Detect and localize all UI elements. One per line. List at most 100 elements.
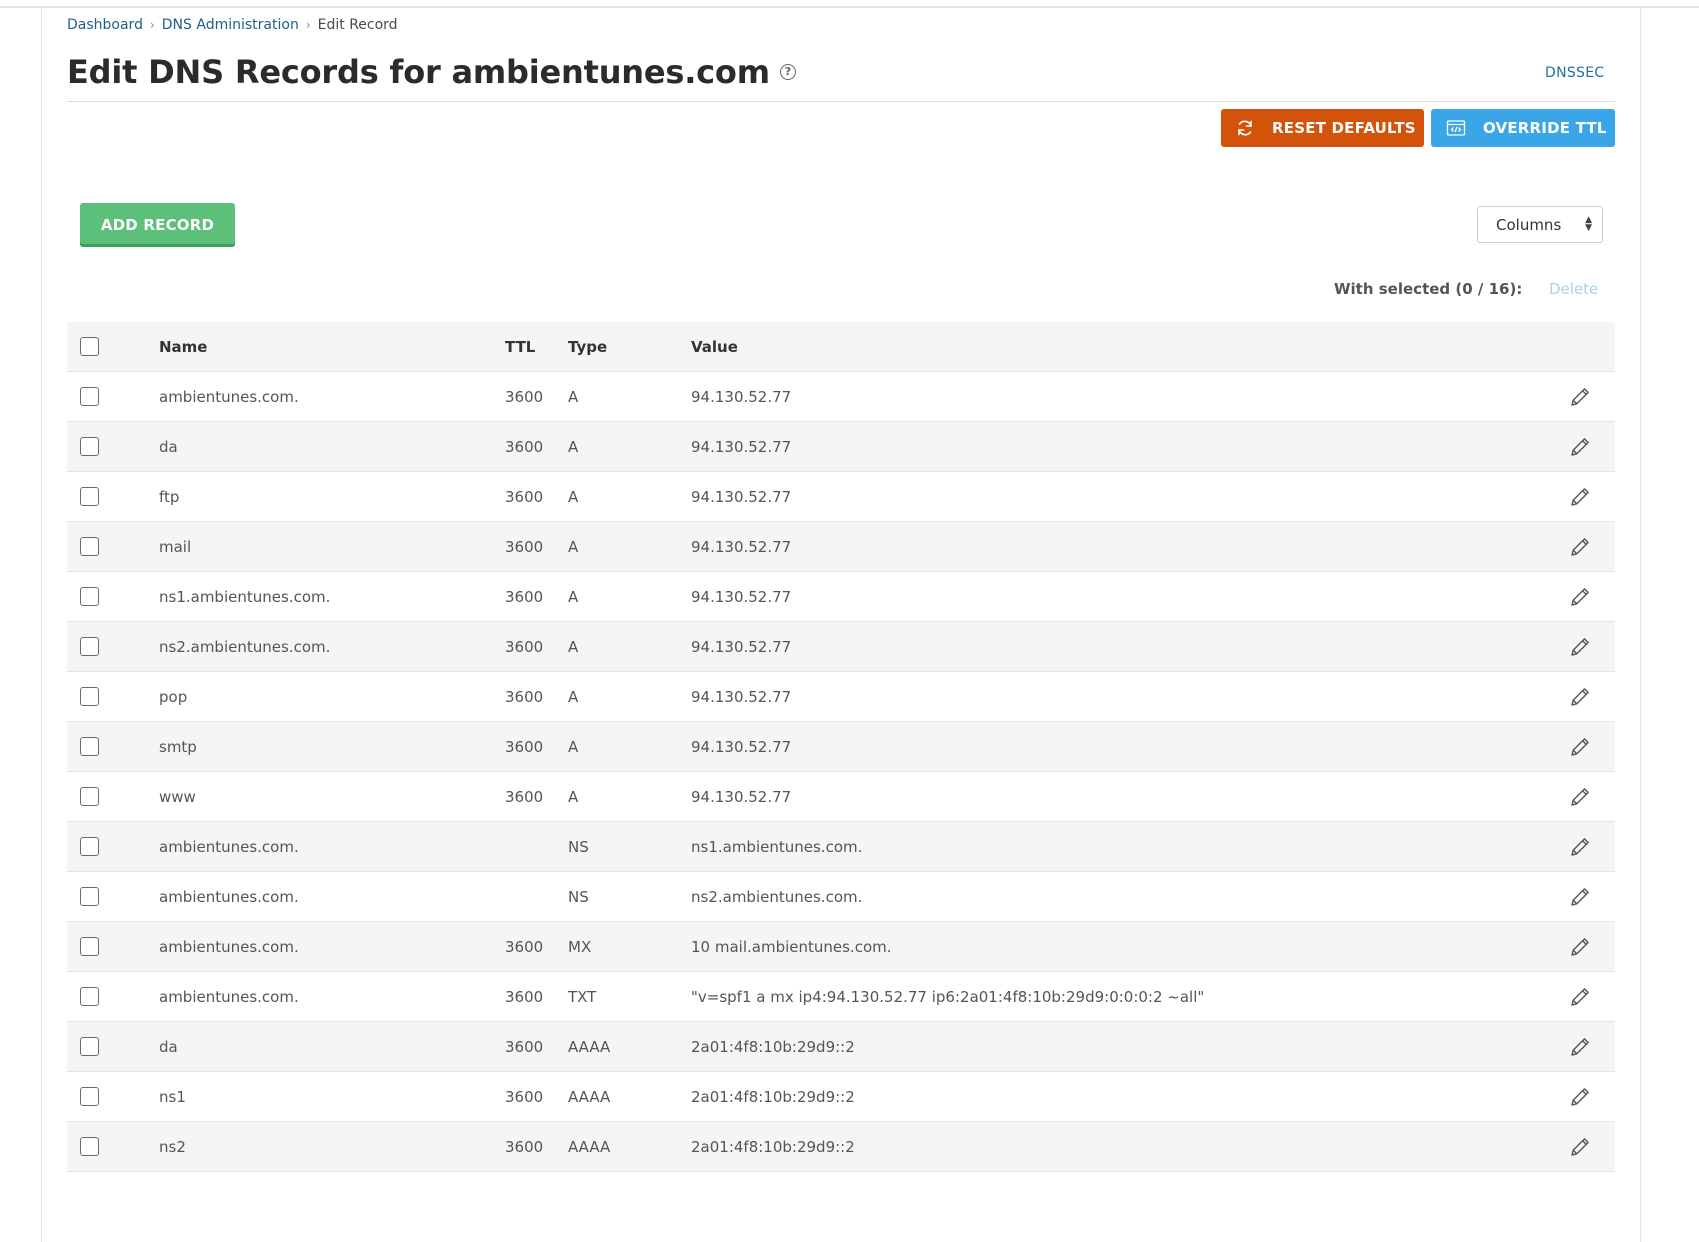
table-row: ns2.ambientunes.com. 3600 A 94.130.52.77 <box>67 622 1615 672</box>
record-ttl: 3600 <box>505 537 544 556</box>
row-checkbox[interactable] <box>80 487 99 506</box>
page-title-text: Edit DNS Records for ambientunes.com <box>67 53 770 91</box>
row-checkbox[interactable] <box>80 787 99 806</box>
title-divider <box>67 101 1615 102</box>
record-ttl: 3600 <box>505 387 544 406</box>
row-checkbox[interactable] <box>80 737 99 756</box>
reset-defaults-button[interactable]: RESET DEFAULTS <box>1221 109 1424 147</box>
record-ttl: 3600 <box>505 987 544 1006</box>
dns-records-table: Name TTL Type Value ambientunes.com. 3600… <box>67 322 1615 1172</box>
pencil-icon[interactable] <box>1568 585 1592 609</box>
row-checkbox[interactable] <box>80 1137 99 1156</box>
record-value: 94.130.52.77 <box>691 637 792 656</box>
record-ttl: 3600 <box>505 737 544 756</box>
pencil-icon[interactable] <box>1568 685 1592 709</box>
pencil-icon[interactable] <box>1568 635 1592 659</box>
record-name: pop <box>159 687 188 706</box>
select-all-checkbox[interactable] <box>80 337 99 356</box>
row-checkbox[interactable] <box>80 1037 99 1056</box>
question-circle-icon[interactable]: ? <box>779 64 796 80</box>
breadcrumb-current: Edit Record <box>317 17 398 33</box>
row-checkbox[interactable] <box>80 987 99 1006</box>
refresh-icon <box>1235 118 1255 138</box>
record-type: AAAA <box>568 1037 611 1056</box>
row-checkbox[interactable] <box>80 537 99 556</box>
record-name: ns2 <box>159 1137 186 1156</box>
delete-selected-link[interactable]: Delete <box>1549 280 1598 298</box>
record-value: ns2.ambientunes.com. <box>691 887 863 906</box>
override-ttl-label: OVERRIDE TTL <box>1483 119 1607 137</box>
pencil-icon[interactable] <box>1568 1135 1592 1159</box>
record-ttl: 3600 <box>505 1087 544 1106</box>
breadcrumb-dashboard[interactable]: Dashboard <box>67 17 143 33</box>
header-name[interactable]: Name <box>159 338 505 356</box>
row-checkbox[interactable] <box>80 837 99 856</box>
record-value: 2a01:4f8:10b:29d9::2 <box>691 1137 855 1156</box>
row-checkbox[interactable] <box>80 887 99 906</box>
row-checkbox[interactable] <box>80 587 99 606</box>
reset-defaults-label: RESET DEFAULTS <box>1272 119 1416 137</box>
record-type: A <box>568 487 579 506</box>
record-type: A <box>568 787 579 806</box>
row-checkbox[interactable] <box>80 387 99 406</box>
pencil-icon[interactable] <box>1568 885 1592 909</box>
pencil-icon[interactable] <box>1568 535 1592 559</box>
add-record-button[interactable]: ADD RECORD <box>80 203 235 247</box>
record-name: ambientunes.com. <box>159 937 299 956</box>
header-value[interactable]: Value <box>691 338 1555 356</box>
pencil-icon[interactable] <box>1568 935 1592 959</box>
record-ttl: 3600 <box>505 787 544 806</box>
header-ttl[interactable]: TTL <box>505 338 568 356</box>
record-value: 94.130.52.77 <box>691 687 792 706</box>
pencil-icon[interactable] <box>1568 385 1592 409</box>
row-checkbox[interactable] <box>80 937 99 956</box>
row-checkbox[interactable] <box>80 437 99 456</box>
record-ttl: 3600 <box>505 587 544 606</box>
table-row: da 3600 A 94.130.52.77 <box>67 422 1615 472</box>
record-name: ambientunes.com. <box>159 987 299 1006</box>
row-checkbox[interactable] <box>80 687 99 706</box>
chevron-right-icon: › <box>305 18 311 32</box>
record-ttl: 3600 <box>505 637 544 656</box>
record-name: ftp <box>159 487 180 506</box>
record-ttl: 3600 <box>505 937 544 956</box>
record-name: ambientunes.com. <box>159 387 299 406</box>
record-value: 94.130.52.77 <box>691 737 792 756</box>
record-ttl: 3600 <box>505 687 544 706</box>
table-row: da 3600 AAAA 2a01:4f8:10b:29d9::2 <box>67 1022 1615 1072</box>
record-value: 2a01:4f8:10b:29d9::2 <box>691 1087 855 1106</box>
table-row: mail 3600 A 94.130.52.77 <box>67 522 1615 572</box>
record-type: NS <box>568 837 589 856</box>
header-type[interactable]: Type <box>568 338 691 356</box>
table-row: smtp 3600 A 94.130.52.77 <box>67 722 1615 772</box>
table-row: ambientunes.com. NS ns2.ambientunes.com. <box>67 872 1615 922</box>
record-name: ambientunes.com. <box>159 837 299 856</box>
row-checkbox[interactable] <box>80 1087 99 1106</box>
pencil-icon[interactable] <box>1568 735 1592 759</box>
pencil-icon[interactable] <box>1568 1035 1592 1059</box>
breadcrumb-dns-administration[interactable]: DNS Administration <box>162 17 299 33</box>
override-ttl-button[interactable]: OVERRIDE TTL <box>1431 109 1615 147</box>
table-row: ns1 3600 AAAA 2a01:4f8:10b:29d9::2 <box>67 1072 1615 1122</box>
record-ttl: 3600 <box>505 1137 544 1156</box>
table-row: ambientunes.com. NS ns1.ambientunes.com. <box>67 822 1615 872</box>
record-type: A <box>568 637 579 656</box>
record-type: A <box>568 587 579 606</box>
pencil-icon[interactable] <box>1568 785 1592 809</box>
columns-select[interactable]: Columns ▲ ▼ <box>1477 206 1603 243</box>
pencil-icon[interactable] <box>1568 435 1592 459</box>
pencil-icon[interactable] <box>1568 985 1592 1009</box>
record-type: AAAA <box>568 1137 611 1156</box>
columns-select-label: Columns <box>1496 215 1562 234</box>
pencil-icon[interactable] <box>1568 485 1592 509</box>
pencil-icon[interactable] <box>1568 835 1592 859</box>
table-row: ambientunes.com. 3600 TXT "v=spf1 a mx ip4:… <box>67 972 1615 1022</box>
record-name: da <box>159 437 178 456</box>
dnssec-link[interactable]: DNSSEC <box>1545 65 1604 81</box>
record-value: 94.130.52.77 <box>691 387 792 406</box>
record-value: 94.130.52.77 <box>691 437 792 456</box>
row-checkbox[interactable] <box>80 637 99 656</box>
record-type: A <box>568 437 579 456</box>
pencil-icon[interactable] <box>1568 1085 1592 1109</box>
record-ttl: 3600 <box>505 487 544 506</box>
